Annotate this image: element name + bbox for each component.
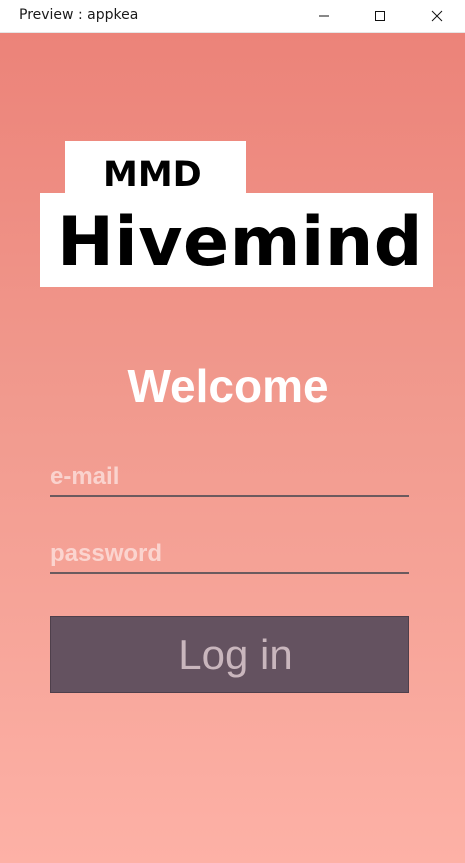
logo-top-box: MMD <box>65 141 246 199</box>
logo-main-box: Hivemind <box>40 193 433 287</box>
window-titlebar: Preview : appkea <box>0 0 465 33</box>
email-field[interactable] <box>50 459 409 497</box>
minimize-icon <box>319 15 329 17</box>
logo-top-text: MMD <box>103 155 202 195</box>
welcome-heading: Welcome <box>127 360 329 412</box>
app-content: MMD Hivemind Welcome Log in <box>0 33 465 863</box>
close-icon <box>431 10 443 22</box>
maximize-icon <box>375 11 385 21</box>
minimize-button[interactable] <box>301 0 347 32</box>
logo-main-text: Hivemind <box>57 203 423 282</box>
maximize-button[interactable] <box>357 0 403 32</box>
window-title: Preview : appkea <box>19 7 139 23</box>
password-field[interactable] <box>50 536 409 574</box>
login-button[interactable]: Log in <box>50 616 409 693</box>
close-button[interactable] <box>414 0 460 32</box>
